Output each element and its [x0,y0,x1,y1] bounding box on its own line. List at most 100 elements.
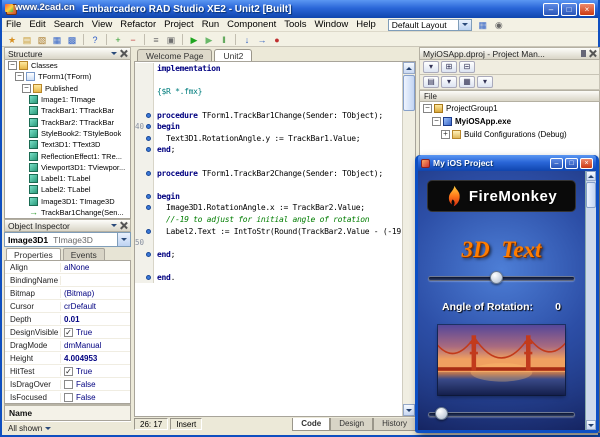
set-debug-desktop-button[interactable]: ◉ [492,18,506,31]
menu-run-item[interactable]: Run [198,19,223,30]
checkbox-icon[interactable]: ✓ [64,328,73,337]
editor-view-tab-history[interactable]: History [373,418,416,431]
tilt-slider-track[interactable] [428,412,575,417]
tree-item[interactable]: Label2: TLabel [5,184,130,195]
pm-views-button[interactable]: ▤ [423,76,439,88]
ios-title-bar[interactable]: My iOS Project –□× [418,155,596,171]
property-value[interactable]: 4.004953 [61,354,130,363]
menu-refactor-item[interactable]: Refactor [116,19,160,30]
toolbar-help-button[interactable]: ? [88,33,102,46]
checkbox-icon[interactable]: ✓ [64,367,73,376]
toolbar-new-items-button[interactable]: ★ [5,33,19,46]
gutter-cell[interactable] [135,86,154,98]
gutter-cell[interactable] [135,179,154,191]
scroll-down-icon[interactable] [403,404,415,416]
pm-new-item-button[interactable]: ⊞ [441,61,457,73]
property-row[interactable]: CursorcrDefault [5,300,130,313]
scroll-down-icon[interactable] [586,420,596,430]
structure-tree[interactable]: −Classes−TForm1(TForm)−PublishedImage1: … [4,60,131,219]
checkbox-icon[interactable] [64,393,73,402]
tree-item[interactable]: Label1: TLabel [5,173,130,184]
menu-search-item[interactable]: Search [50,19,88,30]
object-selector-combo[interactable]: Image3D1 TImage3D [4,232,131,247]
expander-minus-icon[interactable]: − [8,61,17,70]
gutter-cell[interactable] [135,133,154,145]
expander-minus-icon[interactable]: − [423,104,432,113]
gutter-cell[interactable] [135,225,154,237]
gutter-cell[interactable] [135,156,154,168]
gutter-cell[interactable] [135,272,154,284]
property-value[interactable]: dmManual [61,341,130,350]
toolbar-view-form-button[interactable]: ▣ [164,33,178,46]
menu-view-item[interactable]: View [88,19,116,30]
editor-tab-unit2[interactable]: Unit2 [214,49,252,61]
tilt-slider-thumb[interactable] [435,407,448,420]
property-value[interactable]: False [61,380,130,389]
rotation-slider[interactable] [428,271,575,285]
gutter-cell[interactable] [135,202,154,214]
tree-item[interactable]: −Classes [5,60,130,71]
property-row[interactable]: HitTest✓True [5,365,130,378]
pm-remove-item-button[interactable]: ⊟ [459,61,475,73]
toolbar-save-all-button[interactable]: ▩ [65,33,79,46]
property-row[interactable]: Depth0.01 [5,313,130,326]
gutter-cell[interactable] [135,214,154,226]
property-row[interactable]: Height4.004953 [5,352,130,365]
gutter-cell[interactable] [135,109,154,121]
tilt-slider[interactable] [428,407,575,421]
tree-item[interactable]: −MyiOSApp.exe [420,115,599,128]
toolbar-pause-button[interactable]: ‖ [217,33,231,46]
rotation-slider-thumb[interactable] [490,271,503,284]
close-button[interactable]: × [579,3,595,16]
tree-item[interactable]: Image3D1: TImage3D [5,196,130,207]
ios-scrollbar[interactable] [585,171,596,430]
property-grid[interactable]: AlignalNoneBindingNameBitmap(Bitmap)Curs… [4,261,131,404]
chevron-down-icon[interactable] [117,233,130,246]
tree-item[interactable]: −TForm1(TForm) [5,71,130,82]
close-icon[interactable] [120,50,127,57]
property-row[interactable]: DesignVisible✓True [5,326,130,339]
pin-icon[interactable] [581,50,586,57]
tree-item[interactable]: −ProjectGroup1 [420,102,599,115]
gutter-cell[interactable] [135,98,154,110]
tree-item[interactable]: ReflectionEffect1: TRe... [5,150,130,161]
property-value[interactable]: 0.01 [61,315,130,324]
gutter-cell[interactable] [135,191,154,203]
expander-plus-icon[interactable]: + [441,130,450,139]
gutter-cell[interactable]: 50 [135,237,154,249]
close-button[interactable]: × [580,158,593,169]
code-editor[interactable]: implementation{$R *.fmx}procedure TForm1… [134,61,416,417]
property-value[interactable]: crDefault [61,302,130,311]
toolbar-remove-file-button[interactable]: − [126,33,140,46]
tree-item[interactable]: Viewport3D1: TViewpor... [5,162,130,173]
expander-minus-icon[interactable]: − [432,117,441,126]
scrollbar-thumb[interactable] [403,75,415,111]
save-desktop-button[interactable]: ▦ [476,18,490,31]
toolbar-step-over-button[interactable]: → [255,33,269,46]
property-row[interactable]: DragModedmManual [5,339,130,352]
menu-component-item[interactable]: Component [223,19,280,30]
pm-activate-configuration-button[interactable]: ▾ [423,61,439,73]
menu-window-item[interactable]: Window [310,19,352,30]
toolbar-trace-into-button[interactable]: ↓ [240,33,254,46]
pm-build-groups-button[interactable]: ▦ [459,76,475,88]
menu-tools-item[interactable]: Tools [280,19,310,30]
scroll-up-icon[interactable] [403,62,415,74]
gutter-cell[interactable] [135,167,154,179]
toolbar-save-button[interactable]: ▦ [50,33,64,46]
property-row[interactable]: AlignalNone [5,261,130,274]
editor-scrollbar[interactable] [402,62,415,416]
file-column-header[interactable]: File [419,90,600,102]
property-row[interactable]: Bitmap(Bitmap) [5,287,130,300]
gutter-cell[interactable] [135,63,154,75]
close-icon[interactable] [589,50,596,57]
menu-project-item[interactable]: Project [160,19,198,30]
toolbar-run-button[interactable]: ▶ [187,33,201,46]
chevron-down-icon[interactable] [458,20,471,30]
tree-item[interactable]: −Published [5,83,130,94]
inspector-tab-properties[interactable]: Properties [6,248,61,260]
gutter-cell[interactable] [135,144,154,156]
toolbar-view-unit-button[interactable]: ≡ [149,33,163,46]
tree-item[interactable]: StyleBook2: TStyleBook [5,128,130,139]
gutter-cell[interactable]: 40 [135,121,154,133]
